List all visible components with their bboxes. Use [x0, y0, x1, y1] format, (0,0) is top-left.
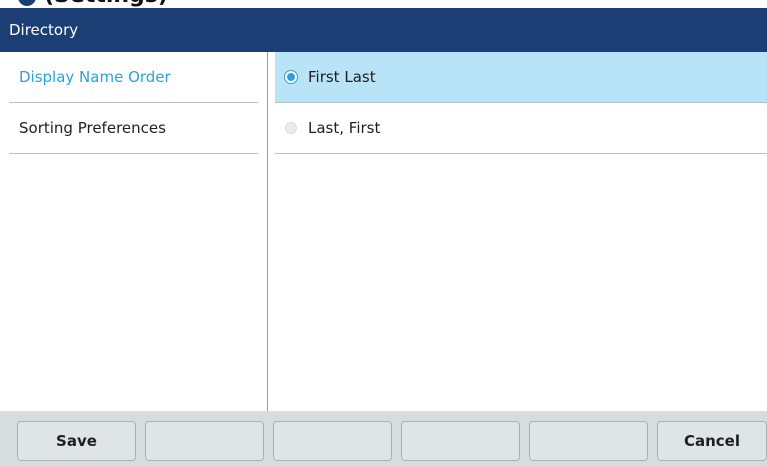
title-bar: Directory [0, 8, 767, 52]
menu-item-display-name-order[interactable]: Display Name Order [9, 52, 258, 103]
option-label: First Last [308, 68, 376, 86]
page-heading-strip: (Settings) [0, 0, 767, 8]
option-last-first[interactable]: Last, First [275, 103, 767, 154]
softkey-3-button[interactable] [273, 421, 392, 461]
cancel-button-label: Cancel [683, 432, 740, 450]
menu-item-label: Sorting Preferences [19, 119, 166, 137]
gear-icon [18, 0, 36, 6]
softkey-2-button[interactable] [145, 421, 264, 461]
cancel-button[interactable]: Cancel [657, 421, 767, 461]
page-heading: (Settings) [44, 0, 168, 8]
save-button[interactable]: Save [17, 421, 136, 461]
options-pane: First Last Last, First [268, 52, 767, 411]
settings-menu: Display Name Order Sorting Preferences [0, 52, 267, 411]
softkey-bar: Save Cancel [0, 411, 767, 466]
window-title: Directory [9, 21, 79, 39]
softkey-4-button[interactable] [401, 421, 520, 461]
radio-selected-icon[interactable] [285, 71, 297, 83]
softkey-5-button[interactable] [529, 421, 648, 461]
menu-item-label: Display Name Order [19, 68, 171, 86]
menu-item-sorting-preferences[interactable]: Sorting Preferences [9, 103, 258, 154]
save-button-label: Save [56, 432, 97, 450]
option-label: Last, First [308, 119, 381, 137]
option-first-last[interactable]: First Last [275, 52, 767, 103]
radio-unselected-icon[interactable] [285, 122, 297, 134]
